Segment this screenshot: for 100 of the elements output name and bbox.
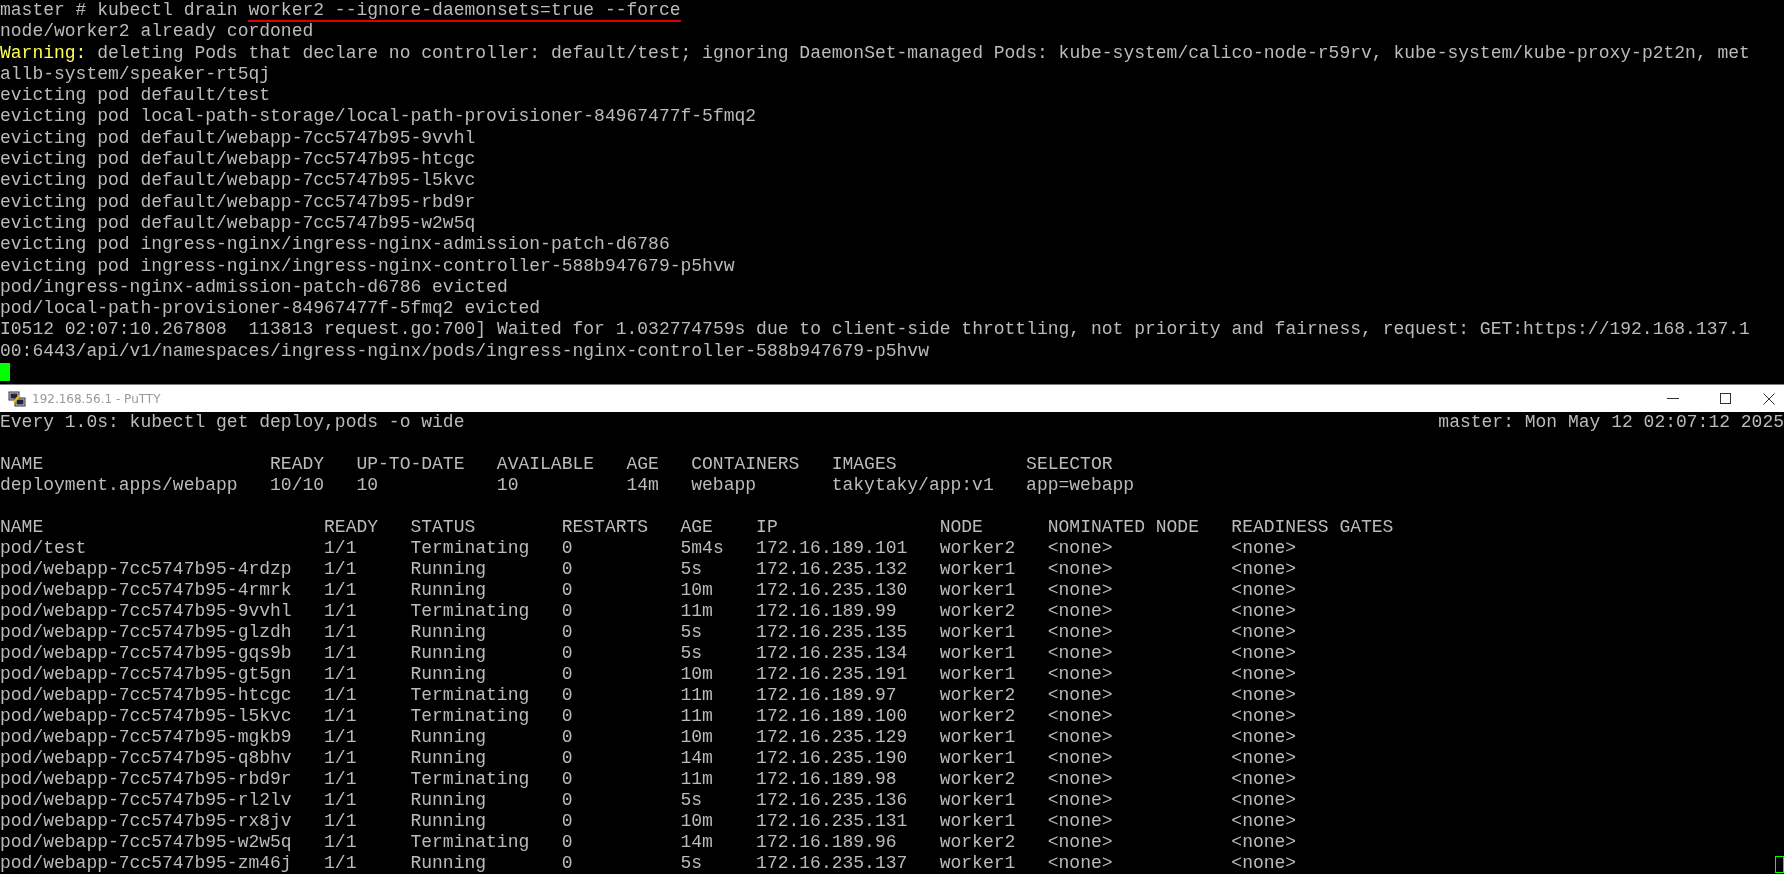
table-cell: 0	[561, 727, 573, 747]
table-cell: 172.16.235.129	[756, 727, 908, 747]
table-cell: <none>	[1047, 622, 1113, 642]
table-cell: 1/1	[324, 643, 357, 663]
column-header: AGE	[626, 454, 659, 474]
table-cell: pod/webapp-7cc5747b95-q8bhv	[0, 748, 292, 768]
table-cell: 5s	[680, 643, 703, 663]
table-cell: worker1	[939, 811, 1016, 831]
output-line: evicting pod default/webapp-7cc5747b95-w2w5q	[0, 212, 476, 235]
output-line: evicting pod default/webapp-7cc5747b95-l5kvc	[0, 170, 476, 192]
table-cell: worker1	[939, 727, 1016, 747]
table-cell: 172.16.235.131	[756, 811, 908, 831]
table-cell: 10m	[680, 664, 713, 684]
column-header: IP	[756, 517, 778, 537]
table-cell: 1/1	[324, 748, 357, 768]
column-header: READY	[270, 454, 325, 474]
table-cell: 172.16.235.190	[756, 748, 908, 768]
table-cell: <none>	[1047, 538, 1113, 558]
table-cell: <none>	[1231, 622, 1297, 642]
column-header: IMAGES	[831, 454, 897, 474]
table-cell: 11m	[680, 706, 713, 726]
output-line: evicting pod default/webapp-7cc5747b95-9vvhl	[0, 127, 476, 150]
table-cell: Terminating	[410, 685, 530, 705]
table-cell: 11m	[680, 769, 713, 789]
warning-line: Warning: deleting Pods that declare no controller: default/test; ignoring DaemonSet-managed Pods: kube-system/calico-node-r59rv, kube-system/kube-proxy-p2t2n, met	[0, 42, 1750, 64]
table-cell: 10	[356, 475, 379, 495]
table-cell: 1/1	[324, 706, 357, 726]
table-cell: deployment.apps/webapp	[0, 475, 238, 495]
table-cell: Running	[410, 580, 487, 600]
table-cell: pod/webapp-7cc5747b95-4rdzp	[0, 559, 292, 579]
table-cell: Running	[410, 664, 487, 684]
output-line: node/worker2 already cordoned	[0, 21, 314, 43]
table-cell: 0	[561, 601, 573, 621]
table-cell: 14m	[626, 475, 659, 495]
table-cell: Running	[410, 853, 487, 873]
table-cell: pod/webapp-7cc5747b95-w2w5q	[0, 832, 292, 852]
output-line: 00:6443/api/v1/namespaces/ingress-nginx/pods/ingress-nginx-controller-588b947679-p5hvw	[0, 340, 929, 363]
table-cell: 1/1	[324, 580, 357, 600]
table-cell: <none>	[1231, 853, 1297, 873]
table-cell: 1/1	[324, 622, 357, 642]
table-cell: <none>	[1231, 643, 1297, 663]
table-cell: <none>	[1231, 685, 1297, 705]
table-cell: <none>	[1231, 832, 1297, 852]
table-cell: 11m	[680, 601, 713, 621]
column-header: READINESS GATES	[1231, 517, 1394, 537]
timestamp: master: Mon May 12 02:07:12 2025	[1438, 412, 1784, 433]
table-cell: worker1	[939, 853, 1016, 873]
table-cell: 172.16.235.136	[756, 790, 908, 810]
table-cell: 1/1	[324, 727, 357, 747]
table-cell: 0	[561, 643, 573, 663]
table-cell: 0	[561, 664, 573, 684]
output-line: evicting pod local-path-storage/local-path-provisioner-84967477f-5fmq2	[0, 106, 757, 128]
column-header: AVAILABLE	[496, 454, 595, 474]
table-cell: app=webapp	[1026, 475, 1135, 495]
table-cell: worker2	[939, 685, 1016, 705]
table-cell: <none>	[1047, 685, 1113, 705]
table-cell: 10	[496, 475, 519, 495]
table-cell: worker2	[939, 601, 1016, 621]
table-cell: Terminating	[410, 706, 530, 726]
table-cell: 0	[561, 748, 573, 768]
output-line: evicting pod default/webapp-7cc5747b95-rbd9r	[0, 191, 476, 213]
window-title: 192.168.56.1 - PuTTY	[32, 391, 161, 406]
table-cell: Running	[410, 559, 487, 579]
table-cell: Running	[410, 643, 487, 663]
table-cell: Running	[410, 811, 487, 831]
column-header: RESTARTS	[561, 517, 649, 537]
table-cell: 172.16.189.98	[756, 769, 897, 789]
table-cell: worker1	[939, 643, 1016, 663]
table-cell: <none>	[1047, 601, 1113, 621]
table-cell: 1/1	[324, 853, 357, 873]
table-cell: <none>	[1047, 832, 1113, 852]
table-cell: 10m	[680, 580, 713, 600]
table-cell: 1/1	[324, 685, 357, 705]
table-cell: <none>	[1231, 580, 1297, 600]
table-cell: pod/test	[0, 538, 87, 558]
column-header: NAME	[0, 517, 44, 537]
table-cell: <none>	[1231, 706, 1297, 726]
table-cell: 0	[561, 685, 573, 705]
table-cell: 5s	[680, 790, 703, 810]
table-cell: 172.16.235.191	[756, 664, 908, 684]
table-cell: Terminating	[410, 538, 530, 558]
column-header: NODE	[939, 517, 983, 537]
table-cell: <none>	[1047, 769, 1113, 789]
output-line: evicting pod default/test	[0, 85, 271, 107]
maximize-icon	[1719, 393, 1731, 404]
table-cell: worker1	[939, 664, 1016, 684]
table-cell: pod/webapp-7cc5747b95-4rmrk	[0, 580, 292, 600]
table-cell: 0	[561, 559, 573, 579]
table-cell: pod/webapp-7cc5747b95-htcgc	[0, 685, 292, 705]
table-cell: 1/1	[324, 811, 357, 831]
table-cell: 0	[561, 832, 573, 852]
table-cell: worker2	[939, 832, 1016, 852]
watch-command: Every 1.0s: kubectl get deploy,pods -o wide	[0, 412, 465, 433]
table-cell: Terminating	[410, 601, 530, 621]
table-cell: 172.16.189.101	[756, 538, 908, 558]
table-cell: <none>	[1231, 538, 1297, 558]
table-cell: pod/webapp-7cc5747b95-9vvhl	[0, 601, 292, 621]
table-cell: Running	[410, 790, 487, 810]
table-cell: 0	[561, 769, 573, 789]
table-cell: 0	[561, 706, 573, 726]
